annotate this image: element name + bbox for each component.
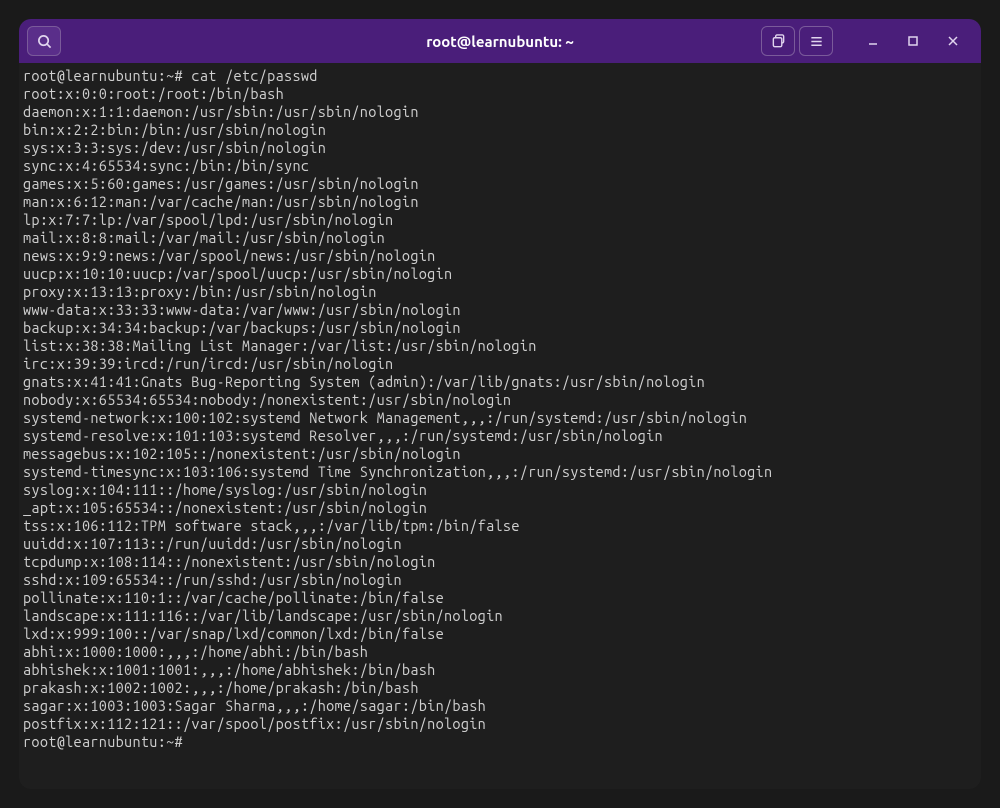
output-line: root:x:0:0:root:/root:/bin/bash: [23, 85, 977, 103]
output-line: systemd-timesync:x:103:106:systemd Time …: [23, 463, 977, 481]
output-line: daemon:x:1:1:daemon:/usr/sbin:/usr/sbin/…: [23, 103, 977, 121]
output-line: nobody:x:65534:65534:nobody:/nonexistent…: [23, 391, 977, 409]
output-line: syslog:x:104:111::/home/syslog:/usr/sbin…: [23, 481, 977, 499]
search-button[interactable]: [27, 26, 61, 56]
close-icon: [947, 35, 959, 47]
output-line: sync:x:4:65534:sync:/bin:/bin/sync: [23, 157, 977, 175]
output-line: abhishek:x:1001:1001:,,,:/home/abhishek:…: [23, 661, 977, 679]
output-line: irc:x:39:39:ircd:/run/ircd:/usr/sbin/nol…: [23, 355, 977, 373]
output-line: proxy:x:13:13:proxy:/bin:/usr/sbin/nolog…: [23, 283, 977, 301]
output-line: lxd:x:999:100::/var/snap/lxd/common/lxd:…: [23, 625, 977, 643]
terminal-window: root@learnubuntu: ~: [19, 19, 981, 789]
output-line: bin:x:2:2:bin:/bin:/usr/sbin/nologin: [23, 121, 977, 139]
output-line: prakash:x:1002:1002:,,,:/home/prakash:/b…: [23, 679, 977, 697]
minimize-button[interactable]: [853, 26, 893, 56]
output-line: mail:x:8:8:mail:/var/mail:/usr/sbin/nolo…: [23, 229, 977, 247]
output-line: abhi:x:1000:1000:,,,:/home/abhi:/bin/bas…: [23, 643, 977, 661]
output-line: man:x:6:12:man:/var/cache/man:/usr/sbin/…: [23, 193, 977, 211]
terminal-body[interactable]: root@learnubuntu:~# cat /etc/passwd root…: [19, 63, 981, 789]
titlebar-right: [761, 26, 973, 56]
output-line: gnats:x:41:41:Gnats Bug-Reporting System…: [23, 373, 977, 391]
output-line: list:x:38:38:Mailing List Manager:/var/l…: [23, 337, 977, 355]
window-controls: [853, 26, 973, 56]
output-line: sshd:x:109:65534::/run/sshd:/usr/sbin/no…: [23, 571, 977, 589]
output-line: games:x:5:60:games:/usr/games:/usr/sbin/…: [23, 175, 977, 193]
prompt-line: root@learnubuntu:~#: [23, 733, 977, 751]
output-line: tss:x:106:112:TPM software stack,,,:/var…: [23, 517, 977, 535]
prompt: root@learnubuntu:~#: [23, 733, 191, 750]
output-line: uuidd:x:107:113::/run/uuidd:/usr/sbin/no…: [23, 535, 977, 553]
prompt: root@learnubuntu:~#: [23, 67, 191, 84]
window-title: root@learnubuntu: ~: [426, 33, 574, 50]
menu-button[interactable]: [799, 26, 833, 56]
output-container: root:x:0:0:root:/root:/bin/bashdaemon:x:…: [23, 85, 977, 733]
output-line: landscape:x:111:116::/var/lib/landscape:…: [23, 607, 977, 625]
output-line: sys:x:3:3:sys:/dev:/usr/sbin/nologin: [23, 139, 977, 157]
new-tab-icon: [771, 34, 786, 49]
output-line: systemd-network:x:100:102:systemd Networ…: [23, 409, 977, 427]
output-line: tcpdump:x:108:114::/nonexistent:/usr/sbi…: [23, 553, 977, 571]
prompt-line: root@learnubuntu:~# cat /etc/passwd: [23, 67, 977, 85]
minimize-icon: [867, 35, 879, 47]
output-line: pollinate:x:110:1::/var/cache/pollinate:…: [23, 589, 977, 607]
output-line: messagebus:x:102:105::/nonexistent:/usr/…: [23, 445, 977, 463]
output-line: sagar:x:1003:1003:Sagar Sharma,,,:/home/…: [23, 697, 977, 715]
hamburger-icon: [809, 34, 824, 49]
output-line: news:x:9:9:news:/var/spool/news:/usr/sbi…: [23, 247, 977, 265]
search-icon: [37, 34, 52, 49]
output-line: www-data:x:33:33:www-data:/var/www:/usr/…: [23, 301, 977, 319]
output-line: uucp:x:10:10:uucp:/var/spool/uucp:/usr/s…: [23, 265, 977, 283]
output-line: postfix:x:112:121::/var/spool/postfix:/u…: [23, 715, 977, 733]
output-line: systemd-resolve:x:101:103:systemd Resolv…: [23, 427, 977, 445]
titlebar: root@learnubuntu: ~: [19, 19, 981, 63]
output-line: lp:x:7:7:lp:/var/spool/lpd:/usr/sbin/nol…: [23, 211, 977, 229]
titlebar-left: [27, 26, 61, 56]
maximize-button[interactable]: [893, 26, 933, 56]
output-line: backup:x:34:34:backup:/var/backups:/usr/…: [23, 319, 977, 337]
close-button[interactable]: [933, 26, 973, 56]
output-line: _apt:x:105:65534::/nonexistent:/usr/sbin…: [23, 499, 977, 517]
new-tab-button[interactable]: [761, 26, 795, 56]
maximize-icon: [907, 35, 919, 47]
command-text: cat /etc/passwd: [191, 67, 317, 84]
